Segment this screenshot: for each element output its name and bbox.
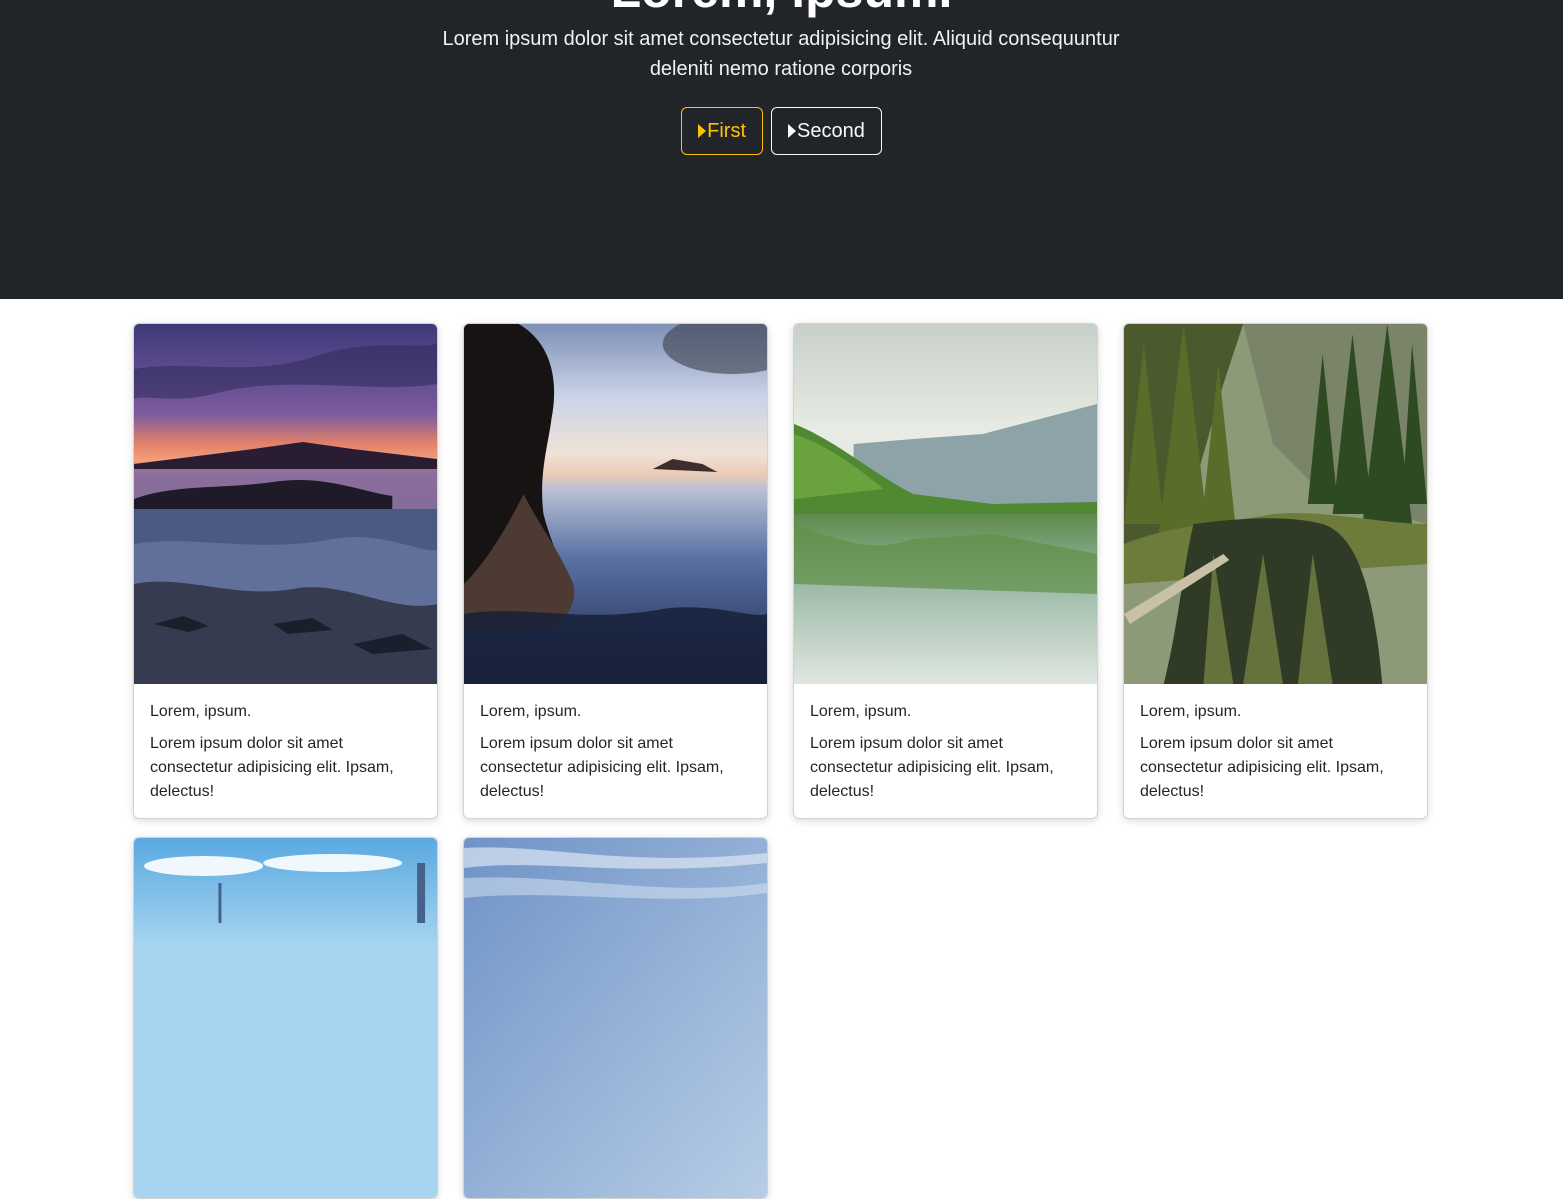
card: Lorem, ipsum. Lorem ipsum dolor sit amet… [463, 323, 768, 819]
hero-buttons: First Second [0, 107, 1563, 155]
card-body: Lorem, ipsum. Lorem ipsum dolor sit amet… [794, 684, 1097, 818]
card [133, 837, 438, 1199]
card: Lorem, ipsum. Lorem ipsum dolor sit amet… [793, 323, 1098, 819]
hero-title: Lorem, ipsum. [0, 0, 1563, 20]
hero-lead: Lorem ipsum dolor sit amet consectetur a… [442, 28, 1120, 80]
second-button-label: Second [797, 119, 865, 142]
card-text: Lorem ipsum dolor sit amet consectetur a… [810, 735, 1054, 800]
purple-sunset-coast-photo [134, 324, 437, 684]
card-text: Lorem ipsum dolor sit amet consectetur a… [150, 735, 394, 800]
play-icon [788, 124, 797, 138]
blue-sky-photo [464, 838, 767, 1198]
card-text: Lorem ipsum dolor sit amet consectetur a… [1140, 735, 1384, 800]
person-in-water-photo [464, 324, 767, 684]
card: Lorem, ipsum. Lorem ipsum dolor sit amet… [133, 323, 438, 819]
hero-section: Lorem, ipsum. Lorem ipsum dolor sit amet… [0, 0, 1563, 299]
card-text: Lorem ipsum dolor sit amet consectetur a… [480, 735, 724, 800]
card-title: Lorem, ipsum. [1140, 703, 1242, 720]
card-title: Lorem, ipsum. [150, 703, 252, 720]
card-title: Lorem, ipsum. [480, 703, 582, 720]
second-button[interactable]: Second [771, 107, 882, 155]
first-button-label: First [707, 119, 747, 142]
card-body: Lorem, ipsum. Lorem ipsum dolor sit amet… [1124, 684, 1427, 818]
card-title: Lorem, ipsum. [810, 703, 912, 720]
first-button[interactable]: First [681, 107, 764, 155]
card-body: Lorem, ipsum. Lorem ipsum dolor sit amet… [134, 684, 437, 818]
card [463, 837, 768, 1199]
card-body: Lorem, ipsum. Lorem ipsum dolor sit amet… [464, 684, 767, 818]
city-skyline-photo [134, 838, 437, 1198]
forest-river-photo [1124, 324, 1427, 684]
play-icon [698, 124, 707, 138]
card: Lorem, ipsum. Lorem ipsum dolor sit amet… [1123, 323, 1428, 819]
mountain-lake-reflection-photo [794, 324, 1097, 684]
